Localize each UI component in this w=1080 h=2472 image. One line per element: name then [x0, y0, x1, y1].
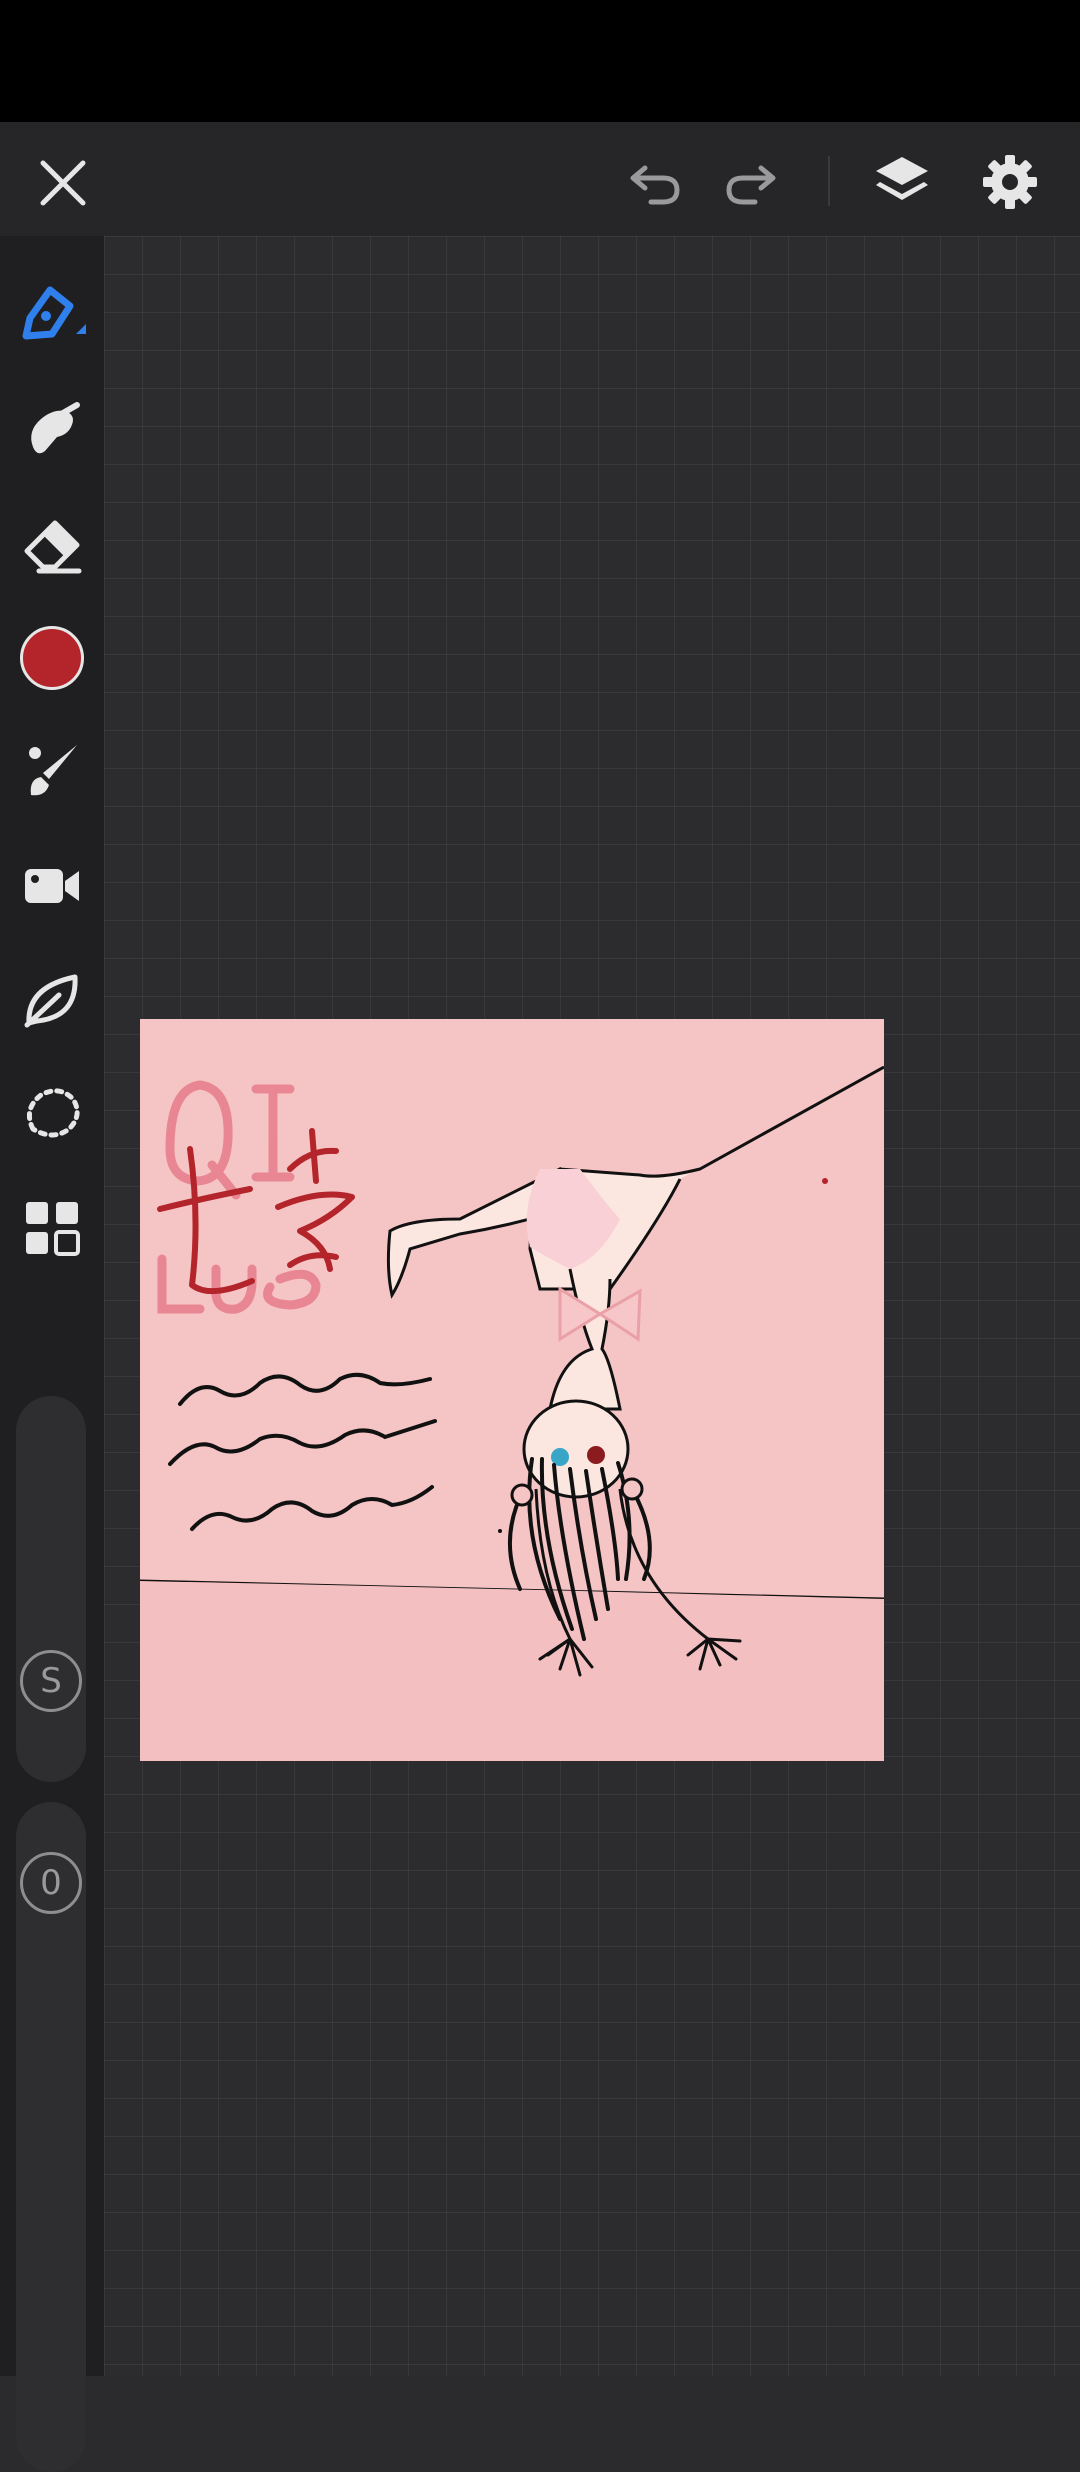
smudge-icon [31, 402, 80, 454]
lasso-icon [26, 1088, 80, 1138]
color-swatch [20, 626, 84, 690]
layers-icon [876, 157, 928, 200]
gear-icon [983, 155, 1037, 209]
grid-icon [26, 1202, 80, 1256]
layers-button[interactable] [866, 146, 938, 218]
close-icon [40, 160, 86, 206]
leaf-icon [24, 974, 78, 1028]
tool-smudge[interactable] [14, 392, 90, 468]
close-button[interactable] [30, 150, 96, 216]
tool-sidebar: S 0 [0, 236, 104, 2472]
redo-button[interactable] [716, 150, 786, 216]
size-slider-knob[interactable]: S [20, 1650, 82, 1712]
tool-record[interactable] [14, 848, 90, 924]
opacity-slider-label: 0 [40, 1863, 62, 1903]
tool-selection[interactable] [14, 1076, 90, 1152]
opacity-slider[interactable]: 0 [16, 1802, 86, 2472]
artwork [140, 1065, 884, 1761]
status-bar [0, 0, 1080, 122]
opacity-slider-knob[interactable]: 0 [20, 1852, 82, 1914]
eraser-icon [24, 520, 82, 574]
top-toolbar [0, 122, 1080, 236]
pen-icon [22, 286, 86, 340]
redo-icon [726, 165, 776, 205]
tool-brush-settings[interactable] [14, 734, 90, 810]
drawing-artboard[interactable] [140, 1019, 884, 1761]
tool-pen[interactable] [14, 276, 90, 352]
brush-icon [29, 745, 77, 796]
settings-button[interactable] [974, 146, 1046, 218]
tool-color[interactable] [14, 620, 90, 696]
tool-shape[interactable] [14, 962, 90, 1038]
toolbar-divider [828, 156, 830, 206]
tool-gallery[interactable] [14, 1190, 90, 1266]
undo-button[interactable] [620, 150, 690, 216]
size-slider-label: S [40, 1661, 62, 1701]
video-camera-icon [25, 869, 79, 903]
brush-size-slider[interactable]: S [16, 1396, 86, 1782]
tool-eraser[interactable] [14, 506, 90, 582]
undo-icon [630, 165, 680, 205]
